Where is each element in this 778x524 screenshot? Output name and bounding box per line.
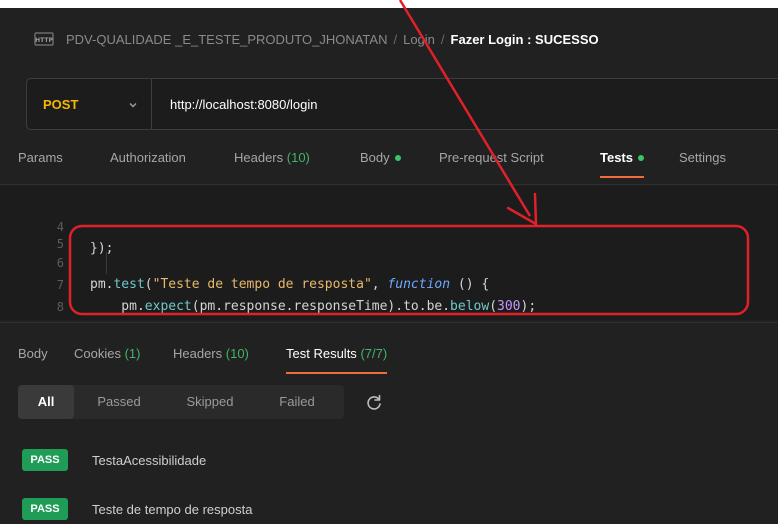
tab-label: Tests [600, 150, 633, 165]
tab-label: Test Results [286, 346, 357, 361]
tab-pre-request-script[interactable]: Pre-request Script [439, 146, 544, 172]
indent-guide [106, 252, 107, 274]
code-line: 7 pm.expect(pm.response.responseTime).to… [0, 252, 536, 314]
http-request-icon: HTTP [34, 31, 54, 47]
filter-failed[interactable]: Failed [262, 385, 332, 419]
url-bar: POST [26, 78, 778, 130]
tab-cookies[interactable]: Cookies (1) [74, 344, 140, 364]
tab-params[interactable]: Params [18, 146, 63, 172]
status-dot-icon [638, 154, 644, 161]
code-line: 4 }); [0, 194, 114, 256]
tab-count: (7/7) [360, 346, 388, 361]
code-line: 5 [0, 216, 64, 250]
tab-test-results[interactable]: Test Results (7/7) [286, 344, 388, 374]
pass-badge: PASS [22, 449, 68, 471]
code-text: pm.test("Teste de tempo de resposta", fu… [90, 277, 490, 292]
request-title[interactable]: Fazer Login : SUCESSO [451, 32, 599, 47]
breadcrumb-folder[interactable]: Login [403, 32, 435, 47]
tab-label: Body [360, 150, 390, 165]
divider [0, 184, 778, 185]
code-text: }); [90, 318, 113, 320]
status-dot-icon [394, 154, 401, 161]
tab-tests[interactable]: Tests [600, 146, 644, 178]
tab-authorization[interactable]: Authorization [110, 146, 186, 172]
line-number: 8 [56, 300, 64, 314]
test-name: Teste de tempo de resposta [92, 501, 253, 517]
tab-label: Pre-request Script [439, 150, 544, 165]
test-name: TestaAcessibilidade [92, 452, 207, 468]
tab-label: Params [18, 150, 63, 165]
test-result-row: PASS TestaAcessibilidade [22, 449, 206, 471]
code-line: 6 pm.test("Teste de tempo de resposta", … [0, 230, 489, 292]
request-tabs: Params Authorization Headers (10) Body P… [0, 146, 778, 180]
tab-count: (1) [124, 346, 141, 361]
code-text: }); [90, 241, 114, 256]
tab-response-body[interactable]: Body [18, 344, 48, 364]
line-number: 7 [56, 278, 64, 292]
divider [0, 322, 778, 323]
tab-label: Settings [679, 150, 726, 165]
breadcrumb-separator: / [393, 31, 398, 47]
tab-label: Body [18, 346, 48, 361]
line-number: 5 [56, 237, 64, 251]
tab-label: Authorization [110, 150, 186, 165]
line-number: 4 [56, 220, 64, 234]
response-tabs: Body Cookies (1) Headers (10) Test Resul… [0, 344, 778, 374]
tests-code-editor[interactable]: 4 }); 5 6 pm.test("Teste de tempo de res… [0, 186, 778, 320]
postman-window: HTTP PDV-QUALIDADE _E_TESTE_PRODUTO_JHON… [0, 0, 778, 524]
filter-passed[interactable]: Passed [80, 385, 158, 419]
method-selector[interactable]: POST [27, 79, 152, 129]
tab-count: (10) [286, 150, 310, 165]
tab-headers[interactable]: Headers (10) [234, 146, 310, 172]
method-label: POST [43, 96, 79, 112]
url-input[interactable] [170, 96, 730, 112]
breadcrumb-separator: / [440, 31, 445, 47]
code-line: 9 [0, 298, 47, 320]
tab-response-headers[interactable]: Headers (10) [173, 344, 249, 364]
tab-count: (10) [225, 346, 249, 361]
breadcrumb: HTTP PDV-QUALIDADE _E_TESTE_PRODUTO_JHON… [34, 30, 599, 48]
results-filter: All Passed Skipped Failed [18, 385, 344, 419]
tab-body[interactable]: Body [360, 146, 401, 172]
test-result-row: PASS Teste de tempo de resposta [22, 498, 252, 520]
code-line: 8 }); [0, 274, 64, 314]
chevron-down-icon [127, 98, 139, 110]
breadcrumb-collection[interactable]: PDV-QUALIDADE _E_TESTE_PRODUTO_JHONATAN [66, 32, 387, 47]
svg-text:HTTP: HTTP [35, 37, 53, 44]
tab-label: Headers [173, 346, 223, 361]
code-text: pm.expect(pm.response.responseTime).to.b… [90, 299, 537, 314]
filter-skipped[interactable]: Skipped [166, 385, 254, 419]
tab-label: Cookies [74, 346, 121, 361]
tab-label: Headers [234, 150, 284, 165]
window-top-strip [0, 0, 778, 8]
line-number: 6 [56, 256, 64, 270]
refresh-icon[interactable] [364, 393, 384, 413]
tab-settings[interactable]: Settings [679, 146, 726, 172]
pass-badge: PASS [22, 498, 68, 520]
filter-all[interactable]: All [18, 385, 74, 419]
